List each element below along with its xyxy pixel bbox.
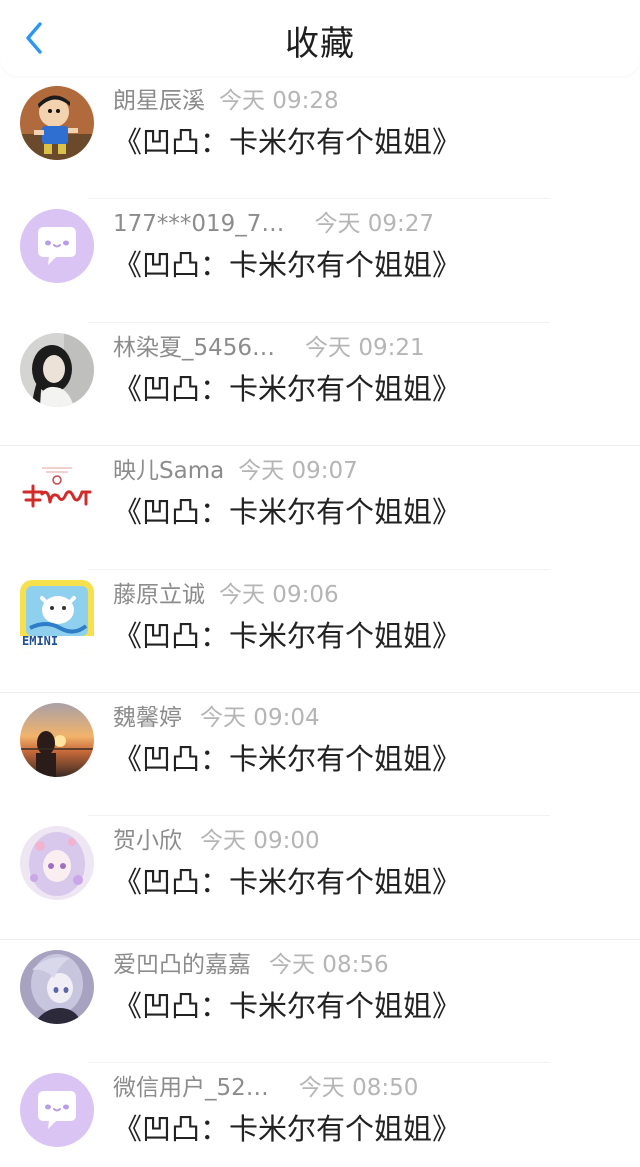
timestamp: 今天 09:07 <box>238 458 358 485</box>
timestamp: 今天 09:00 <box>200 828 320 855</box>
favorite-title[interactable]: 《凹凸：卡米尔有个姐姐》 <box>113 124 461 160</box>
list-item[interactable]: 朗星辰溪 今天 09:28 《凹凸：卡米尔有个姐姐》 <box>0 76 640 200</box>
list-item[interactable]: 177***019_7… 今天 09:27 《凹凸：卡米尔有个姐姐》 <box>0 199 640 323</box>
user-avatar[interactable] <box>20 1073 94 1148</box>
favorite-title[interactable]: 《凹凸：卡米尔有个姐姐》 <box>113 988 461 1024</box>
timestamp: 今天 09:04 <box>200 704 320 731</box>
timestamp: 今天 09:06 <box>219 581 339 608</box>
page-title: 收藏 <box>285 24 355 64</box>
username[interactable]: 藤原立诚 <box>113 580 205 610</box>
timestamp: 今天 09:28 <box>219 88 339 114</box>
user-avatar[interactable] <box>20 949 94 1024</box>
timestamp: 今天 09:21 <box>305 334 425 361</box>
user-avatar[interactable] <box>20 332 94 407</box>
username[interactable]: 微信用户_52… <box>113 1073 269 1103</box>
username[interactable]: 贺小欣 <box>113 826 182 856</box>
user-avatar[interactable] <box>20 86 94 160</box>
username[interactable]: 爱凹凸的嘉嘉 <box>113 950 251 980</box>
timestamp: 今天 09:27 <box>314 211 435 238</box>
list-item[interactable]: 微信用户_52… 今天 08:50 《凹凸：卡米尔有个姐姐》 <box>0 1063 640 1167</box>
list-item[interactable]: 林染夏_5456… 今天 09:21 《凹凸：卡米尔有个姐姐》 <box>0 323 640 447</box>
navigation-bar: 收藏 <box>0 0 640 76</box>
list-item[interactable]: 爱凹凸的嘉嘉 今天 08:56 《凹凸：卡米尔有个姐姐》 <box>0 940 640 1064</box>
favorite-title[interactable]: 《凹凸：卡米尔有个姐姐》 <box>113 618 461 654</box>
favorites-page: 收藏 朗星辰溪 今天 09:28 《凹凸：卡米尔有个姐姐》 177***019_… <box>0 0 640 1167</box>
list-item[interactable]: 贺小欣 今天 09:00 《凹凸：卡米尔有个姐姐》 <box>0 816 640 940</box>
user-avatar[interactable] <box>20 702 94 777</box>
username[interactable]: 177***019_7… <box>113 209 284 239</box>
timestamp: 今天 08:56 <box>269 951 389 978</box>
favorite-title[interactable]: 《凹凸：卡米尔有个姐姐》 <box>113 247 461 283</box>
favorite-title[interactable]: 《凹凸：卡米尔有个姐姐》 <box>113 1111 461 1147</box>
favorite-title[interactable]: 《凹凸：卡米尔有个姐姐》 <box>113 741 461 777</box>
list-item[interactable]: 映儿Sama 今天 09:07 《凹凸：卡米尔有个姐姐》 <box>0 446 640 570</box>
avatar-text: EMINI <box>22 633 59 648</box>
favorites-list: 朗星辰溪 今天 09:28 《凹凸：卡米尔有个姐姐》 177***019_7… 今天… <box>0 76 640 1167</box>
user-avatar[interactable] <box>20 209 94 284</box>
username[interactable]: 魏馨婷 <box>113 703 182 733</box>
username[interactable]: 朗星辰溪 <box>113 86 205 116</box>
timestamp: 今天 08:50 <box>298 1075 419 1102</box>
list-item[interactable]: 魏馨婷 今天 09:04 《凹凸：卡米尔有个姐姐》 <box>0 693 640 817</box>
user-avatar[interactable] <box>20 826 94 901</box>
favorite-title[interactable]: 《凹凸：卡米尔有个姐姐》 <box>113 494 461 530</box>
list-item[interactable]: EMINI 藤原立诚 今天 09:06 《凹凸：卡米尔有个姐姐》 <box>0 570 640 693</box>
favorite-title[interactable]: 《凹凸：卡米尔有个姐姐》 <box>113 371 461 407</box>
user-avatar[interactable] <box>20 456 94 531</box>
username[interactable]: 映儿Sama <box>113 456 224 486</box>
favorite-title[interactable]: 《凹凸：卡米尔有个姐姐》 <box>113 864 461 900</box>
username[interactable]: 林染夏_5456… <box>113 333 275 363</box>
user-avatar[interactable]: EMINI <box>20 579 94 654</box>
